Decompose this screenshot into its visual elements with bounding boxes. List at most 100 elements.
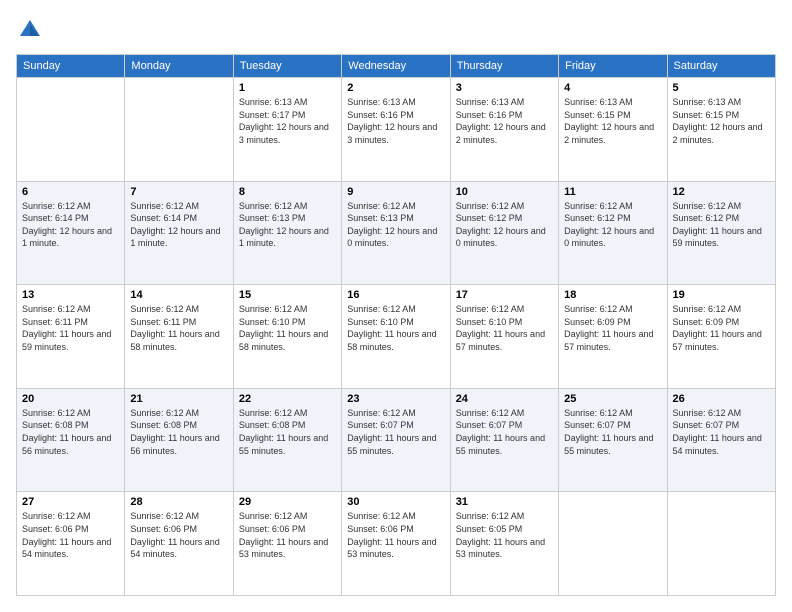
day-info: Sunrise: 6:13 AM Sunset: 6:16 PM Dayligh… (456, 96, 553, 146)
day-info: Sunrise: 6:12 AM Sunset: 6:12 PM Dayligh… (673, 200, 770, 250)
day-number: 9 (347, 186, 444, 198)
calendar-cell: 21 Sunrise: 6:12 AM Sunset: 6:08 PM Dayli… (125, 388, 233, 492)
day-number: 10 (456, 186, 553, 198)
calendar-cell (667, 492, 775, 596)
calendar-cell: 7 Sunrise: 6:12 AM Sunset: 6:14 PM Daylig… (125, 181, 233, 285)
day-info: Sunrise: 6:12 AM Sunset: 6:10 PM Dayligh… (239, 303, 336, 353)
day-info: Sunrise: 6:12 AM Sunset: 6:10 PM Dayligh… (347, 303, 444, 353)
day-number: 29 (239, 496, 336, 508)
calendar-cell: 19 Sunrise: 6:12 AM Sunset: 6:09 PM Dayli… (667, 285, 775, 389)
day-info: Sunrise: 6:12 AM Sunset: 6:12 PM Dayligh… (456, 200, 553, 250)
day-info: Sunrise: 6:12 AM Sunset: 6:07 PM Dayligh… (456, 407, 553, 457)
calendar-header-row: SundayMondayTuesdayWednesdayThursdayFrid… (17, 55, 776, 78)
day-info: Sunrise: 6:12 AM Sunset: 6:06 PM Dayligh… (239, 510, 336, 560)
day-info: Sunrise: 6:12 AM Sunset: 6:10 PM Dayligh… (456, 303, 553, 353)
calendar-cell: 24 Sunrise: 6:12 AM Sunset: 6:07 PM Dayli… (450, 388, 558, 492)
day-info: Sunrise: 6:12 AM Sunset: 6:09 PM Dayligh… (673, 303, 770, 353)
day-info: Sunrise: 6:12 AM Sunset: 6:06 PM Dayligh… (22, 510, 119, 560)
day-info: Sunrise: 6:12 AM Sunset: 6:14 PM Dayligh… (130, 200, 227, 250)
logo (16, 16, 48, 44)
day-number: 20 (22, 393, 119, 405)
calendar-cell: 23Sunrise: 6:12 AM Sunset: 6:07 PM Dayli… (342, 388, 450, 492)
calendar-cell: 9 Sunrise: 6:12 AM Sunset: 6:13 PM Daylig… (342, 181, 450, 285)
day-number: 17 (456, 289, 553, 301)
calendar-cell: 27Sunrise: 6:12 AM Sunset: 6:06 PM Dayli… (17, 492, 125, 596)
calendar-cell: 12 Sunrise: 6:12 AM Sunset: 6:12 PM Dayli… (667, 181, 775, 285)
day-number: 19 (673, 289, 770, 301)
calendar-week-row: 6Sunrise: 6:12 AM Sunset: 6:14 PM Daylig… (17, 181, 776, 285)
day-of-week-header: Friday (559, 55, 667, 78)
day-of-week-header: Wednesday (342, 55, 450, 78)
calendar-week-row: 1 Sunrise: 6:13 AM Sunset: 6:17 PM Daylig… (17, 78, 776, 182)
day-number: 18 (564, 289, 661, 301)
day-number: 22 (239, 393, 336, 405)
calendar-cell: 16 Sunrise: 6:12 AM Sunset: 6:10 PM Dayli… (342, 285, 450, 389)
day-of-week-header: Sunday (17, 55, 125, 78)
calendar-cell: 15 Sunrise: 6:12 AM Sunset: 6:10 PM Dayli… (233, 285, 341, 389)
day-number: 11 (564, 186, 661, 198)
day-number: 13 (22, 289, 119, 301)
header (16, 16, 776, 44)
day-info: Sunrise: 6:13 AM Sunset: 6:15 PM Dayligh… (673, 96, 770, 146)
day-info: Sunrise: 6:12 AM Sunset: 6:13 PM Dayligh… (239, 200, 336, 250)
day-of-week-header: Tuesday (233, 55, 341, 78)
calendar-cell: 18 Sunrise: 6:12 AM Sunset: 6:09 PM Dayli… (559, 285, 667, 389)
calendar-cell: 3 Sunrise: 6:13 AM Sunset: 6:16 PM Daylig… (450, 78, 558, 182)
day-number: 4 (564, 82, 661, 94)
day-number: 7 (130, 186, 227, 198)
calendar-week-row: 27Sunrise: 6:12 AM Sunset: 6:06 PM Dayli… (17, 492, 776, 596)
day-number: 2 (347, 82, 444, 94)
calendar-cell: 17 Sunrise: 6:12 AM Sunset: 6:10 PM Dayli… (450, 285, 558, 389)
day-info: Sunrise: 6:12 AM Sunset: 6:08 PM Dayligh… (130, 407, 227, 457)
day-info: Sunrise: 6:12 AM Sunset: 6:13 PM Dayligh… (347, 200, 444, 250)
day-info: Sunrise: 6:13 AM Sunset: 6:15 PM Dayligh… (564, 96, 661, 146)
day-number: 12 (673, 186, 770, 198)
calendar-cell: 13 Sunrise: 6:12 AM Sunset: 6:11 PM Dayli… (17, 285, 125, 389)
calendar-cell (17, 78, 125, 182)
day-number: 16 (347, 289, 444, 301)
calendar-cell: 22Sunrise: 6:12 AM Sunset: 6:08 PM Dayli… (233, 388, 341, 492)
day-number: 23 (347, 393, 444, 405)
day-number: 26 (673, 393, 770, 405)
calendar-cell (125, 78, 233, 182)
day-info: Sunrise: 6:12 AM Sunset: 6:05 PM Dayligh… (456, 510, 553, 560)
day-number: 15 (239, 289, 336, 301)
calendar-cell: 10 Sunrise: 6:12 AM Sunset: 6:12 PM Dayli… (450, 181, 558, 285)
calendar-cell: 4 Sunrise: 6:13 AM Sunset: 6:15 PM Daylig… (559, 78, 667, 182)
day-number: 31 (456, 496, 553, 508)
calendar-cell: 14Sunrise: 6:12 AM Sunset: 6:11 PM Dayli… (125, 285, 233, 389)
calendar-cell: 29 Sunrise: 6:12 AM Sunset: 6:06 PM Dayli… (233, 492, 341, 596)
day-number: 5 (673, 82, 770, 94)
calendar-cell: 5 Sunrise: 6:13 AM Sunset: 6:15 PM Daylig… (667, 78, 775, 182)
calendar-week-row: 20 Sunrise: 6:12 AM Sunset: 6:08 PM Dayli… (17, 388, 776, 492)
day-info: Sunrise: 6:13 AM Sunset: 6:17 PM Dayligh… (239, 96, 336, 146)
day-number: 30 (347, 496, 444, 508)
day-info: Sunrise: 6:13 AM Sunset: 6:16 PM Dayligh… (347, 96, 444, 146)
calendar-cell: 20 Sunrise: 6:12 AM Sunset: 6:08 PM Dayli… (17, 388, 125, 492)
calendar-cell: 6Sunrise: 6:12 AM Sunset: 6:14 PM Daylig… (17, 181, 125, 285)
page: SundayMondayTuesdayWednesdayThursdayFrid… (0, 0, 792, 612)
calendar-cell: 1 Sunrise: 6:13 AM Sunset: 6:17 PM Daylig… (233, 78, 341, 182)
day-info: Sunrise: 6:12 AM Sunset: 6:06 PM Dayligh… (347, 510, 444, 560)
calendar-cell: 31 Sunrise: 6:12 AM Sunset: 6:05 PM Dayli… (450, 492, 558, 596)
day-number: 25 (564, 393, 661, 405)
day-of-week-header: Thursday (450, 55, 558, 78)
day-number: 21 (130, 393, 227, 405)
day-info: Sunrise: 6:12 AM Sunset: 6:14 PM Dayligh… (22, 200, 119, 250)
calendar-cell: 11Sunrise: 6:12 AM Sunset: 6:12 PM Dayli… (559, 181, 667, 285)
day-of-week-header: Saturday (667, 55, 775, 78)
day-info: Sunrise: 6:12 AM Sunset: 6:06 PM Dayligh… (130, 510, 227, 560)
day-number: 8 (239, 186, 336, 198)
day-info: Sunrise: 6:12 AM Sunset: 6:09 PM Dayligh… (564, 303, 661, 353)
day-number: 1 (239, 82, 336, 94)
calendar-cell: 28Sunrise: 6:12 AM Sunset: 6:06 PM Dayli… (125, 492, 233, 596)
logo-icon (16, 16, 44, 44)
day-info: Sunrise: 6:12 AM Sunset: 6:11 PM Dayligh… (22, 303, 119, 353)
day-number: 3 (456, 82, 553, 94)
day-info: Sunrise: 6:12 AM Sunset: 6:07 PM Dayligh… (673, 407, 770, 457)
calendar: SundayMondayTuesdayWednesdayThursdayFrid… (16, 54, 776, 596)
day-number: 14 (130, 289, 227, 301)
day-number: 24 (456, 393, 553, 405)
calendar-cell: 25Sunrise: 6:12 AM Sunset: 6:07 PM Dayli… (559, 388, 667, 492)
day-info: Sunrise: 6:12 AM Sunset: 6:08 PM Dayligh… (22, 407, 119, 457)
